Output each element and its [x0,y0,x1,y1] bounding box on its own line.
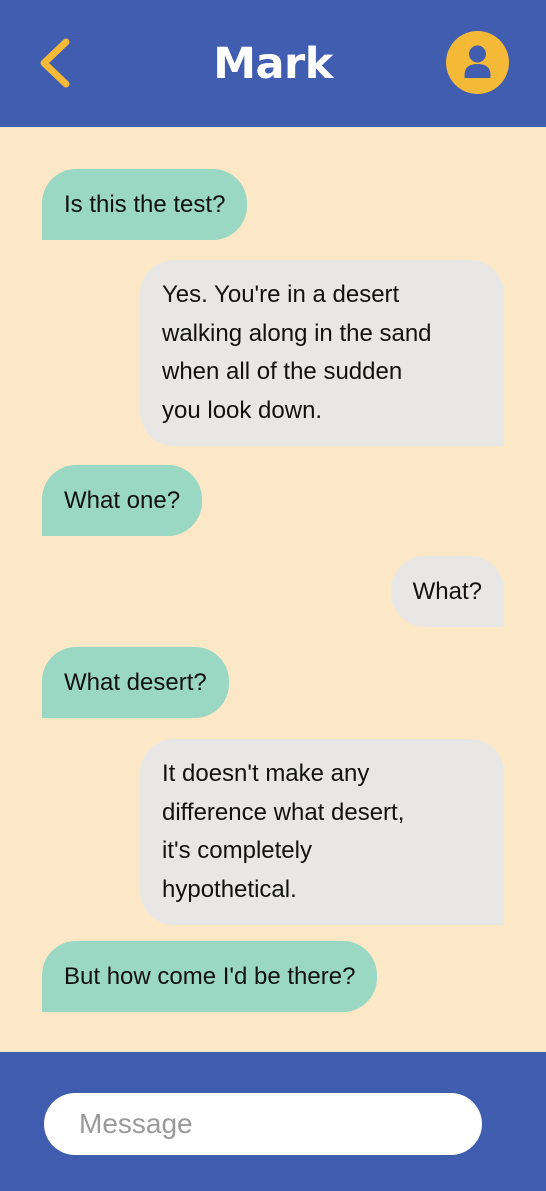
received-message: What one? [42,465,203,536]
user-icon [464,45,491,78]
sent-message: Yes. You're in a desert walking along in… [140,260,504,446]
message-list[interactable]: Is this the test? Yes. You're in a deser… [0,127,546,1052]
received-message: Is this the test? [42,169,248,240]
received-message: But how come I'd be there? [42,941,378,1012]
message-input[interactable] [44,1093,482,1155]
sent-message: It doesn't make any difference what dese… [140,739,504,925]
sent-message: What? [390,556,504,627]
composer-bar [0,1052,546,1191]
contact-avatar-button[interactable] [446,31,509,94]
received-message: What desert? [42,647,229,718]
app-header: Mark [0,0,546,127]
